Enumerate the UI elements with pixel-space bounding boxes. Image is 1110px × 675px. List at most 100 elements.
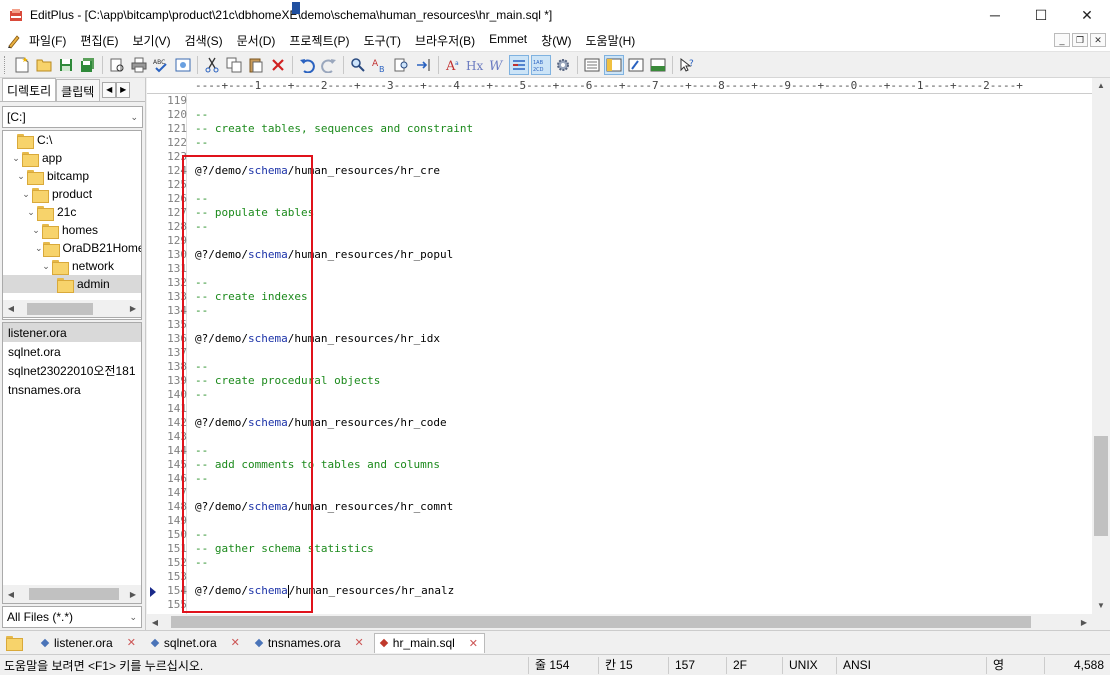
tree-item-admin[interactable]: admin bbox=[3, 275, 141, 293]
tree-item-bitcamp[interactable]: ⌄ bitcamp bbox=[3, 167, 141, 185]
cliptext-icon[interactable] bbox=[626, 55, 646, 75]
scroll-left-icon[interactable]: ◀ bbox=[147, 618, 163, 627]
mdi-close-button[interactable]: ✕ bbox=[1090, 33, 1106, 47]
code-line[interactable]: 127 -- populate tables bbox=[167, 206, 1085, 220]
spell-check-icon[interactable]: ABC bbox=[151, 55, 171, 75]
code-line[interactable]: 149 bbox=[167, 514, 1085, 528]
code-line[interactable]: 151 -- gather schema statistics bbox=[167, 542, 1085, 556]
scroll-left-icon[interactable]: ◀ bbox=[3, 304, 19, 313]
tree-item-c[interactable]: C:\ bbox=[3, 131, 141, 149]
close-tab-icon[interactable]: ✕ bbox=[127, 636, 136, 649]
tree-item-network[interactable]: ⌄ network bbox=[3, 257, 141, 275]
code-line[interactable]: 143 bbox=[167, 430, 1085, 444]
hex-view-icon[interactable]: Hx bbox=[465, 55, 485, 75]
menu-edit[interactable]: 편집(E) bbox=[73, 32, 125, 49]
code-line[interactable]: 119 bbox=[167, 94, 1085, 108]
code-line[interactable]: 138 -- bbox=[167, 360, 1085, 374]
menu-document[interactable]: 문서(D) bbox=[230, 32, 283, 49]
status-encoding[interactable]: ANSI bbox=[836, 656, 986, 674]
chevron-down-icon[interactable]: ⌄ bbox=[35, 243, 43, 254]
code-line[interactable]: 137 bbox=[167, 346, 1085, 360]
file-list-item[interactable]: listener.ora bbox=[3, 323, 141, 342]
browser-view-icon[interactable] bbox=[173, 55, 193, 75]
directory-window-icon[interactable] bbox=[604, 54, 624, 75]
file-list-item[interactable]: sqlnet.ora bbox=[3, 342, 141, 361]
find-icon[interactable] bbox=[348, 55, 368, 75]
code-line[interactable]: 139 -- create procedural objects bbox=[167, 374, 1085, 388]
code-line[interactable]: 145 -- add comments to tables and columns bbox=[167, 458, 1085, 472]
word-wrap-icon[interactable]: W bbox=[487, 55, 507, 75]
code-line[interactable]: 153 bbox=[167, 570, 1085, 584]
menu-project[interactable]: 프로젝트(P) bbox=[282, 32, 356, 49]
open-folder-icon[interactable] bbox=[34, 55, 54, 75]
code-line[interactable]: 131 bbox=[167, 262, 1085, 276]
menu-view[interactable]: 보기(V) bbox=[125, 32, 177, 49]
replace-icon[interactable]: AB bbox=[370, 55, 390, 75]
font-icon[interactable]: Aa bbox=[443, 55, 463, 75]
mdi-restore-button[interactable]: ❐ bbox=[1072, 33, 1088, 47]
tab-listener-ora[interactable]: listener.ora ✕ bbox=[36, 633, 142, 653]
close-tab-icon[interactable]: ✕ bbox=[469, 637, 478, 650]
code-line[interactable]: 132 -- bbox=[167, 276, 1085, 290]
redo-icon[interactable] bbox=[319, 55, 339, 75]
code-line[interactable]: 146 -- bbox=[167, 472, 1085, 486]
code-line[interactable]: 128 -- bbox=[167, 220, 1085, 234]
tab-cliptext[interactable]: 클립텍 bbox=[56, 79, 101, 101]
code-editor[interactable]: 119 120 -- 121 -- create tables, sequences a… bbox=[147, 94, 1092, 614]
document-list-icon[interactable] bbox=[582, 55, 602, 75]
menu-search[interactable]: 검색(S) bbox=[178, 32, 230, 49]
folder-icon[interactable] bbox=[6, 636, 23, 651]
code-line[interactable]: 120 -- bbox=[167, 108, 1085, 122]
line-number-icon[interactable] bbox=[509, 54, 529, 75]
tab-scroll-left-button[interactable]: ◀ bbox=[102, 82, 117, 98]
mdi-minimize-button[interactable]: _ bbox=[1054, 33, 1070, 47]
cut-icon[interactable] bbox=[202, 55, 222, 75]
chevron-down-icon[interactable]: ⌄ bbox=[10, 153, 22, 164]
menu-tools[interactable]: 도구(T) bbox=[357, 32, 408, 49]
code-line[interactable]: 154 @?/demo/schema/human_resources/hr_ana… bbox=[167, 584, 1085, 598]
code-line[interactable]: 126 -- bbox=[167, 192, 1085, 206]
chevron-down-icon[interactable]: ⌄ bbox=[25, 207, 37, 218]
output-window-icon[interactable] bbox=[648, 55, 668, 75]
code-line[interactable]: 150 -- bbox=[167, 528, 1085, 542]
save-all-icon[interactable] bbox=[78, 55, 98, 75]
tree-item-app[interactable]: ⌄ app bbox=[3, 149, 141, 167]
close-tab-icon[interactable]: ✕ bbox=[355, 636, 364, 649]
scroll-left-icon[interactable]: ◀ bbox=[3, 590, 19, 599]
tab-directory[interactable]: 디렉토리 bbox=[2, 78, 57, 101]
code-line[interactable]: 123 bbox=[167, 150, 1085, 164]
code-line[interactable]: 122 -- bbox=[167, 136, 1085, 150]
minimize-button[interactable]: ─ bbox=[972, 0, 1018, 30]
code-line[interactable]: 140 -- bbox=[167, 388, 1085, 402]
scroll-right-icon[interactable]: ▶ bbox=[125, 304, 141, 313]
code-line[interactable]: 155 bbox=[167, 598, 1085, 612]
code-line[interactable]: 124 @?/demo/schema/human_resources/hr_cre bbox=[167, 164, 1085, 178]
code-line[interactable]: 144 -- bbox=[167, 444, 1085, 458]
new-file-icon[interactable] bbox=[12, 55, 32, 75]
file-list[interactable]: listener.ora sqlnet.ora sqlnet23022010오전18… bbox=[2, 322, 142, 604]
tab-scroll-right-button[interactable]: ▶ bbox=[116, 82, 131, 98]
close-tab-icon[interactable]: ✕ bbox=[231, 636, 240, 649]
menu-browser[interactable]: 브라우저(B) bbox=[408, 32, 482, 49]
copy-icon[interactable] bbox=[224, 55, 244, 75]
menu-emmet[interactable]: Emmet bbox=[482, 32, 534, 49]
scroll-thumb[interactable] bbox=[171, 616, 1031, 628]
code-line[interactable]: 133 -- create indexes bbox=[167, 290, 1085, 304]
context-help-icon[interactable]: ? bbox=[677, 55, 697, 75]
menu-file[interactable]: 파일(F) bbox=[22, 32, 73, 49]
tab-hr-main-sql[interactable]: hr_main.sql ✕ bbox=[373, 632, 486, 653]
status-line-ending[interactable]: UNIX bbox=[782, 656, 836, 674]
editor-horizontal-scrollbar[interactable]: ◀ ▶ bbox=[147, 614, 1092, 630]
menu-help[interactable]: 도움말(H) bbox=[579, 32, 643, 49]
editor-vertical-scrollbar[interactable]: ▲ ▼ bbox=[1092, 78, 1110, 614]
drive-select[interactable]: [C:] ⌄ bbox=[2, 106, 143, 128]
file-list-item[interactable]: tnsnames.ora bbox=[3, 380, 141, 399]
scroll-up-icon[interactable]: ▲ bbox=[1092, 78, 1110, 94]
tree-item-homes[interactable]: ⌄ homes bbox=[3, 221, 141, 239]
toolbar-grip[interactable] bbox=[4, 55, 7, 74]
scroll-right-icon[interactable]: ▶ bbox=[125, 590, 141, 599]
code-line[interactable]: 130 @?/demo/schema/human_resources/hr_pop… bbox=[167, 248, 1085, 262]
settings-icon[interactable] bbox=[553, 55, 573, 75]
code-line[interactable]: 125 bbox=[167, 178, 1085, 192]
menu-window[interactable]: 창(W) bbox=[534, 32, 578, 49]
